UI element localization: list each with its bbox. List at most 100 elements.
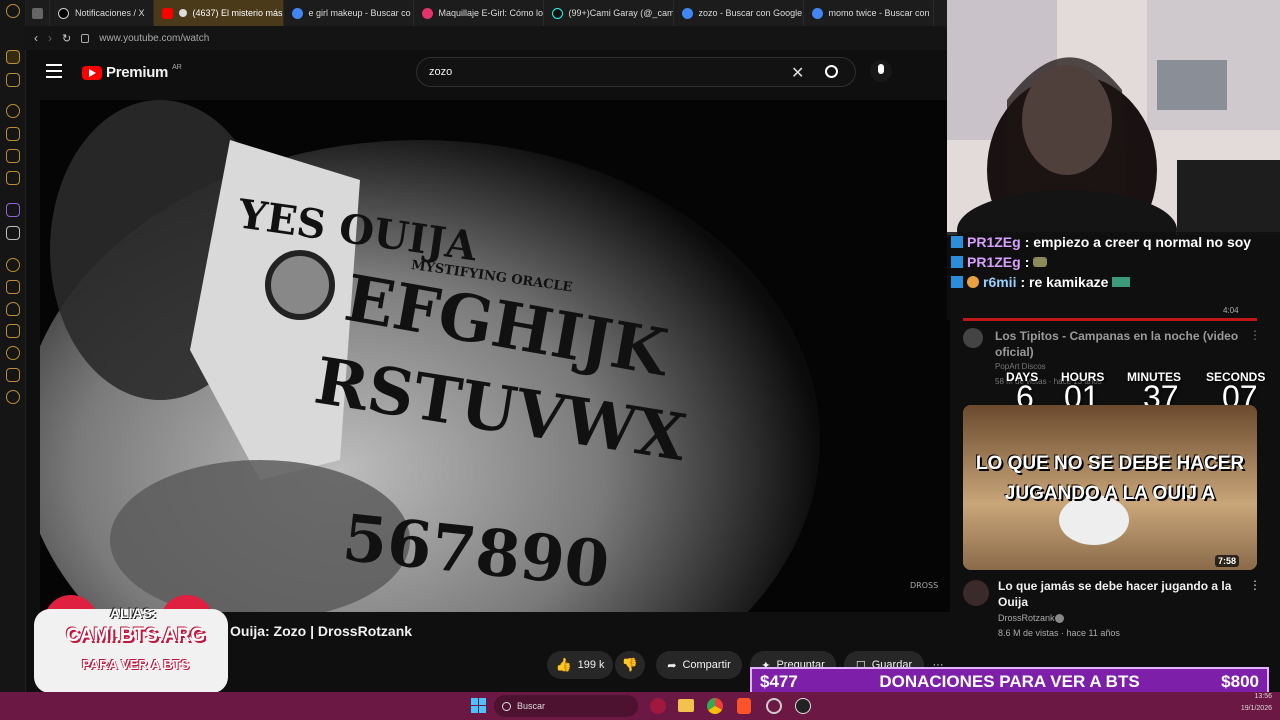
taskbar-search-label: Buscar [517,701,546,711]
tab-google-momo[interactable]: momo twice - Buscar con [804,0,934,26]
taskbar-search[interactable]: Buscar [494,695,638,717]
chat-icon[interactable] [6,280,20,294]
related-channel: DrossRotzank [998,613,1055,623]
thumbs-up-icon: 👍 [555,657,572,672]
twitch-icon[interactable] [6,203,20,217]
clear-search-icon[interactable]: ✕ [791,63,804,83]
share-button[interactable]: ➦ Compartir [656,651,742,679]
thumbnail-text-1: LO QUE NO SE DEBE HACER [975,453,1245,474]
tab-google-egirl[interactable]: e girl makeup - Buscar co [284,0,414,26]
kebab-menu-icon[interactable]: ⋮ [1249,328,1261,342]
donation-label: DONACIONES PARA VER A BTS [879,671,1140,691]
chat-text: : [1024,254,1030,270]
extensions-icon[interactable] [6,368,20,382]
tab-maquillaje[interactable]: Maquillaje E-Girl: Cómo lo [414,0,544,26]
music-icon[interactable] [6,171,20,185]
mic-icon [878,64,884,74]
like-count: 199 k [577,659,605,671]
clock-time: 13:56 [1254,693,1272,700]
news-icon[interactable] [6,149,20,163]
start-icon[interactable] [471,698,486,713]
badge-icon [967,276,979,288]
search-input[interactable]: zozo [429,66,452,78]
forward-icon[interactable]: › [48,31,52,45]
related-video[interactable]: Lo que jamás se debe hacer jugando a la … [963,578,1273,638]
address-bar: ‹ › ↻ www.youtube.com/watch [24,26,948,50]
opera-gx-icon[interactable] [650,698,666,714]
webcam-feed [947,0,1280,235]
file-explorer-icon[interactable] [678,699,694,712]
clock-date: 19/1/2026 [1240,705,1272,712]
related-title: Los Tipitos - Campanas en la noche (vide… [995,329,1239,359]
emote-icon [1112,277,1131,287]
menu-icon[interactable] [46,64,62,78]
chrome-icon[interactable] [707,698,723,714]
google-icon [291,7,303,19]
heart-icon[interactable] [6,302,20,316]
search-icon[interactable] [825,65,838,78]
video-title: Ouija: Zozo | DrossRotzank [230,623,413,639]
share-icon: ➦ [667,659,677,672]
donation-current: $477 [760,671,798,691]
reload-icon[interactable]: ↻ [62,32,71,45]
kebab-menu-icon[interactable]: ⋮ [1249,578,1261,592]
search-icon [502,701,511,711]
related-title: Lo que jamás se debe hacer jugando a la … [998,579,1232,609]
tab-tiktok[interactable]: (99+)Cami Garay (@_cam [544,0,674,26]
youtube-icon [161,7,173,19]
tab-item[interactable] [26,0,50,26]
google-icon [681,7,693,19]
history-icon[interactable] [6,346,20,360]
chat-text: : empiezo a creer q normal no soy [1024,234,1252,250]
chat-user: r6mii [983,274,1017,290]
refresh-icon[interactable] [6,104,20,118]
channel-watermark: DROSS [910,581,938,590]
related-meta: 8.6 M de vistas · hace 11 años [998,628,1120,638]
chat-message: PR1ZEg: empiezo a creer q normal no soy [947,232,1280,252]
video-frame: YES OUIJA MYSTIFYING ORACLE EFGHIJK RSTU… [40,100,950,612]
bookmark-icon[interactable] [6,324,20,338]
youtube-logo[interactable]: Premium AR [82,64,182,81]
google-icon [811,7,823,19]
tab-x[interactable]: Notificaciones / X [50,0,154,26]
home-icon[interactable] [6,50,20,64]
mic-button[interactable] [870,60,892,82]
dislike-button[interactable]: 👎 [615,651,645,679]
steam-icon[interactable] [795,698,811,714]
taskbar: Buscar 13:56 19/1/2026 [0,692,1280,720]
like-button[interactable]: 👍 199 k [547,651,613,679]
tab-label: momo twice - Buscar con [828,8,930,18]
twitch-badge-icon [951,236,963,248]
chat-message: r6mii: re kamikaze [947,272,1280,292]
tab-google-zozo[interactable]: zozo - Buscar con Google [674,0,804,26]
app-icon[interactable] [766,698,782,714]
tab-label: (4637) El misterio más [192,8,283,18]
share-label: Compartir [682,659,731,671]
play-icon[interactable] [6,258,20,272]
url-field[interactable]: www.youtube.com/watch [99,33,209,44]
related-thumbnail[interactable]: LO QUE NO SE DEBE HACER JUGANDO A LA OUI… [963,405,1257,570]
alias-label: ALIAS: [110,605,157,621]
tab-label: Notificaciones / X [75,8,145,18]
gamepad-icon[interactable] [6,73,20,87]
tab-label: e girl makeup - Buscar co [308,8,411,18]
bag-icon[interactable] [6,127,20,141]
twitch-badge-icon [951,256,963,268]
x-icon[interactable] [6,226,20,240]
tab-label: Maquillaje E-Girl: Cómo lo [438,8,544,18]
verified-icon [1055,614,1064,623]
thumbnail-duration: 7:58 [1215,555,1240,567]
back-icon[interactable]: ‹ [34,31,38,45]
chat-message: PR1ZEg: [947,252,1280,272]
chat-user: PR1ZEg [967,234,1021,250]
video-player[interactable]: YES OUIJA MYSTIFYING ORACLE EFGHIJK RSTU… [40,100,950,612]
badge-card [34,609,228,693]
alias-badge: ALIAS: CAMI.BTS.ARG PARA VER A BTS [34,595,230,695]
tab-youtube[interactable]: (4637) El misterio más [153,0,284,26]
browser-sidebar [0,0,26,692]
settings-icon[interactable] [6,390,20,404]
browser-logo-icon[interactable] [6,4,20,18]
brave-icon[interactable] [737,698,751,714]
thumbs-down-icon: 👎 [621,657,639,672]
lock-icon [81,33,90,43]
